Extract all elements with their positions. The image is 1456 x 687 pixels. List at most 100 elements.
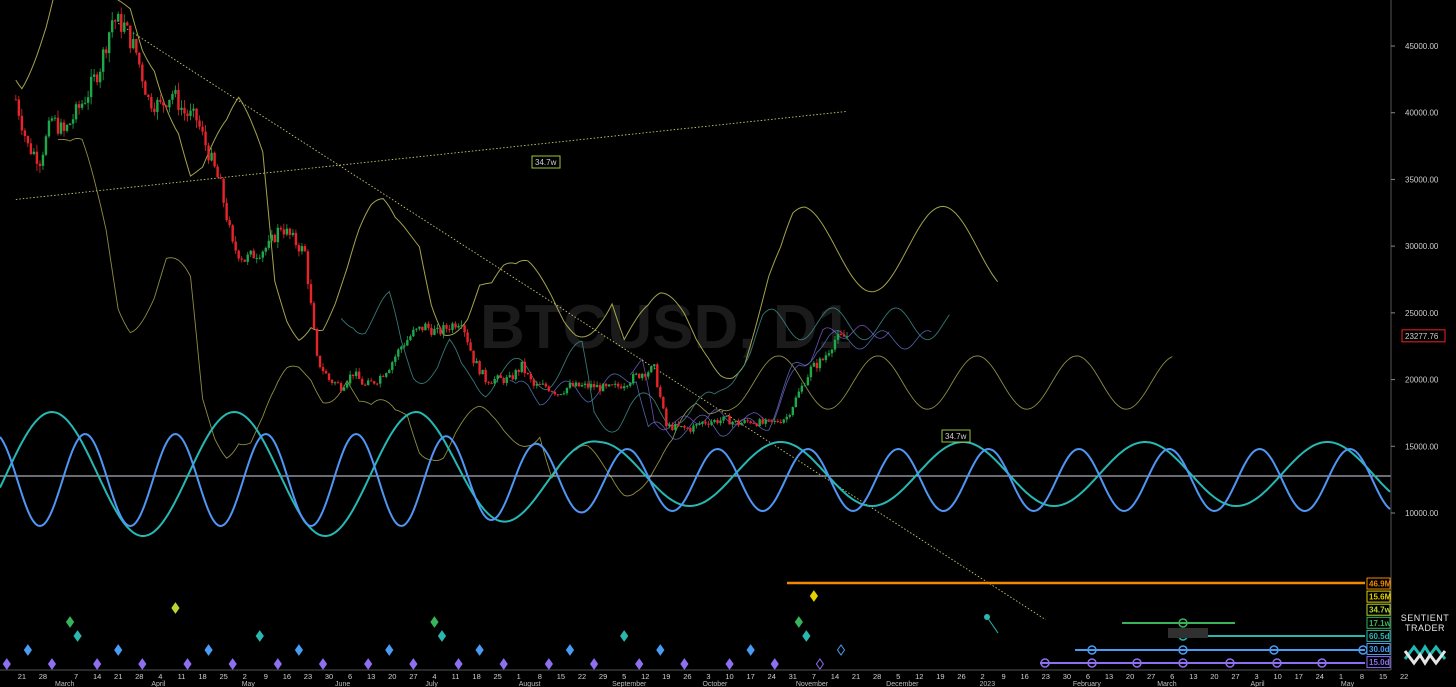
candle-body [225,202,228,221]
candle-body [686,427,689,429]
candle-body [797,391,801,398]
candle-body [680,425,683,427]
date-tick-label: 25 [219,672,227,681]
candle-body [330,379,334,384]
candle-body [357,371,361,379]
candle-body [544,383,548,387]
candle-body [56,117,60,134]
month-label: 2023 [980,681,996,687]
trend-line [117,22,1047,621]
cycle-diamond [204,644,213,656]
date-tick-label: 8 [538,672,542,681]
candle-body [165,105,168,108]
candle-body [150,96,153,109]
candle-body [635,373,638,375]
candle-body [397,349,400,357]
candle-body [394,356,397,363]
candle-body [737,420,740,426]
date-tick-label: 11 [178,672,186,681]
price-tick-label: 45000.00 [1405,42,1439,51]
candle-body [616,383,620,387]
price-tick-label: 10000.00 [1405,509,1439,518]
candle-body [107,32,111,54]
candle-body [788,414,791,417]
candle-body [126,22,129,26]
candle-body [363,384,367,386]
candle-body [213,152,216,167]
month-label: May [1341,681,1355,687]
candle-body [354,371,358,377]
date-tick-label: 22 [578,672,586,681]
candle-body [264,247,267,252]
candle-body [219,177,222,179]
cycle-diamond [815,658,825,670]
candle-body [53,117,57,119]
cycle-waves [0,410,1391,538]
candle-body [156,99,159,113]
date-tick-label: 20 [1210,672,1218,681]
candle-body [550,391,554,393]
candle-body [818,358,822,369]
cycle-badge-label: 30.0d [1369,645,1390,654]
candle-body [812,362,816,367]
candle-body [625,385,629,387]
candle-body [701,421,704,424]
cycle-badge-label: 34.7w [1369,606,1392,615]
cycle-diamond [794,616,803,628]
candle-body [291,232,295,235]
candle-body [210,152,213,161]
month-label: April [151,681,165,687]
candle-body [565,387,569,394]
date-axis-bg [0,670,1391,687]
cycle-diamond [114,644,123,656]
candle-body [306,251,310,285]
price-tick-label: 20000.00 [1405,376,1439,385]
candle-body [117,13,120,22]
candle-body [17,99,21,116]
candle-body [517,370,520,372]
cycle-diamond [656,644,665,656]
date-tick-label: 4 [432,672,436,681]
cycle-diamond [73,630,82,642]
candle-body [442,325,445,335]
date-tick-label: 23 [304,672,312,681]
candle-body [490,383,493,385]
cycle-diamond [635,658,644,670]
candle-body [276,227,280,243]
price-axis: 45000.00 40000.00 35000.00 30000.00 25000.00… [1391,42,1439,518]
candle-body [484,369,487,383]
month-label: March [1157,681,1177,687]
candle-body [610,384,614,386]
candle-body [547,386,551,392]
price-tick-label: 35000.00 [1405,175,1439,184]
candle-body [758,419,761,426]
candle-body [520,361,523,372]
date-tick-label: 6 [1170,672,1174,681]
candle-body [339,383,343,391]
candle-body [839,333,843,335]
candle-body [761,419,764,424]
candle-body [553,391,557,395]
date-tick-label: 17 [746,672,754,681]
candle-body [98,71,102,83]
candle-body [32,151,36,155]
date-tick-label: 3 [706,672,710,681]
date-tick-label: 6 [1086,672,1090,681]
candle-body [101,49,105,72]
cycle-wave-line [0,410,1391,538]
candle-body [403,345,406,347]
candle-body [728,415,731,425]
candle-body [430,327,433,335]
candle-body [415,328,418,330]
date-tick-label: 5 [622,672,626,681]
candle-body [285,228,289,235]
date-tick-label: 18 [472,672,480,681]
date-tick-label: 28 [135,672,143,681]
candle-body [174,89,177,94]
cycle-diamond [364,658,373,670]
candle-body [252,250,255,259]
candle-body [586,383,590,388]
candle-body [767,419,770,421]
cycle-diamond [47,658,57,670]
candle-body [559,394,563,396]
